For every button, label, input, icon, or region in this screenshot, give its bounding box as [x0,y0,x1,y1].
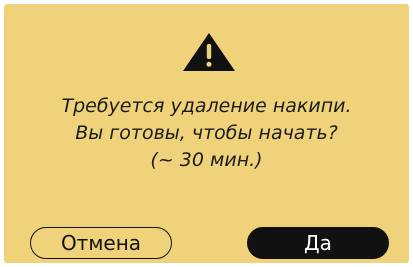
message-line-2: Вы готовы, чтобы начать? [75,122,338,144]
alert-message: Требуется удаление накипи. Вы готовы, чт… [4,93,409,174]
confirm-button[interactable]: Да [247,227,389,259]
message-line-1: Требуется удаление накипи. [61,95,352,117]
message-line-3: (~ 30 мин.) [150,149,263,171]
cancel-button[interactable]: Отмена [30,227,172,259]
screen: Требуется удаление накипи. Вы готовы, чт… [0,0,413,267]
warning-triangle-icon [183,33,235,71]
descaling-alert-dialog: Требуется удаление накипи. Вы готовы, чт… [4,4,409,263]
